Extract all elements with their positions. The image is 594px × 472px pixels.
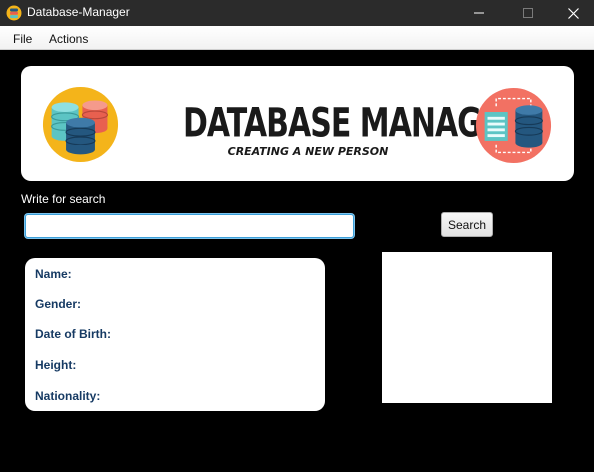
minimize-button[interactable]: [456, 0, 502, 26]
maximize-icon: [523, 8, 533, 18]
search-button[interactable]: Search: [441, 212, 493, 237]
minimize-icon: [474, 12, 484, 14]
banner-subtitle: CREATING A NEW PERSON: [227, 145, 389, 158]
height-label: Height:: [35, 358, 77, 372]
nationality-label: Nationality:: [35, 389, 101, 403]
menu-bar: File Actions: [0, 26, 594, 50]
app-icon: [6, 5, 22, 21]
date-of-birth-label: Date of Birth:: [35, 327, 111, 341]
search-label: Write for search: [21, 192, 106, 206]
gender-label: Gender:: [35, 297, 82, 311]
name-label: Name:: [35, 267, 72, 281]
banner-title: DATABASE MANAGER: [183, 100, 523, 148]
database-stack-icon: [42, 86, 119, 163]
person-photo: [382, 252, 552, 403]
search-input[interactable]: [25, 214, 354, 238]
maximize-button[interactable]: [505, 0, 551, 26]
person-info-panel: Name: Gender: Date of Birth: Height: Nat…: [25, 258, 325, 411]
header-banner: DATABASE MANAGER CREATING A NEW PERSON: [21, 66, 574, 181]
close-icon: [567, 7, 579, 19]
title-bar: Database-Manager: [0, 0, 594, 26]
menu-file[interactable]: File: [13, 32, 32, 46]
menu-actions[interactable]: Actions: [49, 32, 88, 46]
close-button[interactable]: [550, 0, 594, 26]
database-transfer-icon: [475, 87, 552, 164]
window-title: Database-Manager: [27, 5, 130, 19]
